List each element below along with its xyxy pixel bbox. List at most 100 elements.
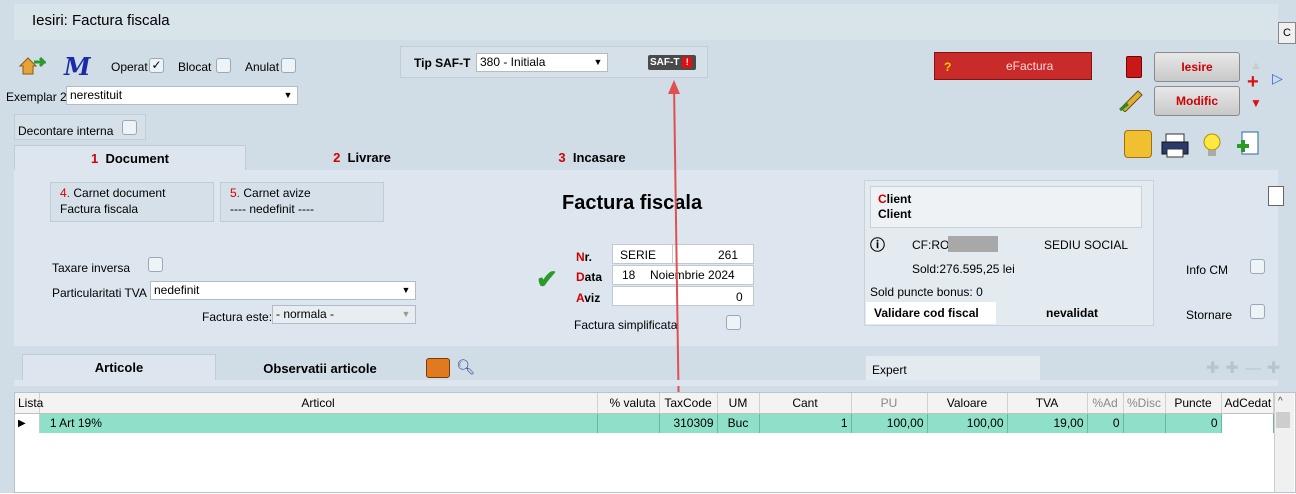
blocat-checkbox[interactable] [216,58,231,73]
saft-select[interactable]: 380 - Initiala ▼ [476,53,608,72]
cell-disc[interactable] [1123,413,1166,433]
anulat-checkbox[interactable] [281,58,296,73]
add-icon[interactable]: + [1247,72,1259,92]
data-label: Data [576,270,603,284]
cell-puncte[interactable]: 0 [1165,413,1222,433]
factura-este-select[interactable]: - normala - ▼ [272,305,416,324]
cell-ad[interactable]: 0 [1087,413,1124,433]
particularitati-select[interactable]: nedefinit ▼ [150,281,416,300]
add-document-icon[interactable] [1236,130,1260,158]
box-icon[interactable] [1124,130,1152,158]
col-valuta[interactable]: % valuta [597,393,660,414]
col-disc[interactable]: %Disc [1123,393,1166,414]
edit-pencil-icon[interactable] [1118,86,1144,113]
operat-label: Operat [111,60,148,74]
arrow-up-icon[interactable]: ▲ [1250,58,1262,72]
saft-value: 380 - Initiala [480,55,546,69]
grid-scrollbar[interactable] [1274,393,1294,492]
cell-cant[interactable]: 1 [759,413,852,433]
arrow-right-icon[interactable]: ▷ [1272,70,1283,87]
check-icon: ✔ [536,264,558,294]
sold-bonus-label: Sold puncte bonus: 0 [870,285,983,299]
simplificata-checkbox[interactable] [726,315,741,330]
cell-adcedat[interactable] [1221,413,1274,433]
tab-articole-label: Articole [94,360,144,375]
cell-taxcode[interactable]: 310309 [659,413,718,433]
tab-livrare-num: 2 [333,150,341,165]
saft-badge[interactable]: SAF-T ! [648,55,696,70]
col-ad[interactable]: %Ad [1087,393,1124,414]
corner-button[interactable]: C [1278,22,1296,44]
tab-document[interactable]: 1 Document [14,145,246,171]
printer-icon[interactable] [1160,132,1190,158]
cell-lista: 1 [49,416,57,431]
cf-redacted [948,236,998,252]
nr-value: 261 [718,248,739,262]
tab-livrare[interactable]: 2 Livrare [250,145,474,171]
arrow-down-icon[interactable]: ▼ [1250,96,1262,110]
anulat-label: Anulat [245,60,280,74]
cell-valuta[interactable] [597,413,660,433]
taxare-checkbox[interactable] [148,257,163,272]
title-bar [14,4,1278,40]
home-arrow-icon[interactable] [18,54,48,76]
door-icon[interactable] [1126,56,1142,78]
col-cant[interactable]: Cant [759,393,852,414]
sold-label: Sold:276.595,25 lei [912,262,1015,276]
document-icon[interactable] [1268,186,1284,206]
efactura-label: eFactura [1006,59,1054,73]
stornare-checkbox[interactable] [1250,304,1265,319]
bottom-strip [14,380,1278,386]
factura-este-label: Factura este: [202,310,273,324]
tab-observatii[interactable]: Observatii articole [220,356,420,382]
scrollbar-thumb[interactable] [1276,412,1290,428]
aviz-value: 0 [736,290,743,304]
col-valoare[interactable]: Valoare [927,393,1008,414]
particularitati-value: nedefinit [154,283,200,297]
col-um[interactable]: UM [717,393,760,414]
particularitati-label: Particularitati TVA [52,286,147,300]
lightbulb-icon[interactable] [1202,132,1222,158]
search-icon[interactable]: 🔍︎ [456,358,475,376]
validare-label: Validare cod fiscal [874,306,979,320]
info-icon[interactable]: ⓘ [870,234,885,255]
tab-document-num: 1 [90,151,99,166]
col-puncte[interactable]: Puncte [1165,393,1222,414]
tab-incasare-label: Incasare [572,150,626,165]
blocat-label: Blocat [178,60,212,74]
sediu-label: SEDIU SOCIAL [1044,238,1129,252]
taxare-label: Taxare inversa [52,261,131,275]
cell-um[interactable]: Buc [717,413,760,433]
col-adcedat[interactable]: AdCedat [1221,393,1274,414]
table-row[interactable]: ▶ 1 Art 19% 310309 Buc 1 100,00 100,00 1… [15,413,1274,433]
tab-articole[interactable]: Articole [22,354,216,380]
scroll-up-icon[interactable]: ^ [1278,396,1283,407]
operat-checkbox[interactable]: ✓ [149,58,164,73]
col-taxcode[interactable]: TaxCode [659,393,718,414]
serie-value: SERIE [620,248,657,262]
exemplar-select[interactable]: nerestituit ▼ [66,86,298,105]
chevron-down-icon: ▼ [401,309,411,319]
col-pu[interactable]: PU [851,393,928,414]
cell-valoare[interactable]: 100,00 [927,413,1008,433]
box-icon[interactable] [426,358,450,378]
col-articol[interactable]: Articol [39,393,598,414]
decontare-checkbox[interactable] [122,120,137,135]
info-cm-label: Info CM [1186,263,1229,277]
iesire-button[interactable]: Iesire [1154,52,1240,82]
info-cm-checkbox[interactable] [1250,259,1265,274]
logo-m-icon: M [64,52,91,81]
modific-button[interactable]: Modific [1154,86,1240,116]
col-tva[interactable]: TVA [1007,393,1088,414]
main-window: Iesiri: Factura fiscala C M Operat ✓ Blo… [0,0,1296,493]
chevron-down-icon: ▼ [593,57,603,67]
carnet-avize-value: ---- nedefinit ---- [230,202,315,216]
aviz-label: Aviz [576,291,601,305]
cell-tva[interactable]: 19,00 [1007,413,1088,433]
cell-pu[interactable]: 100,00 [851,413,928,433]
grid-header-row: Lista Articol % valuta TaxCode UM Cant P… [15,393,1274,414]
cell-articol[interactable]: 1 Art 19% [39,413,598,433]
grid-actions-icons[interactable]: ✚✚―✚ [1206,358,1286,378]
col-lista[interactable]: Lista [15,393,43,414]
saft-label: Tip SAF-T [414,56,471,70]
